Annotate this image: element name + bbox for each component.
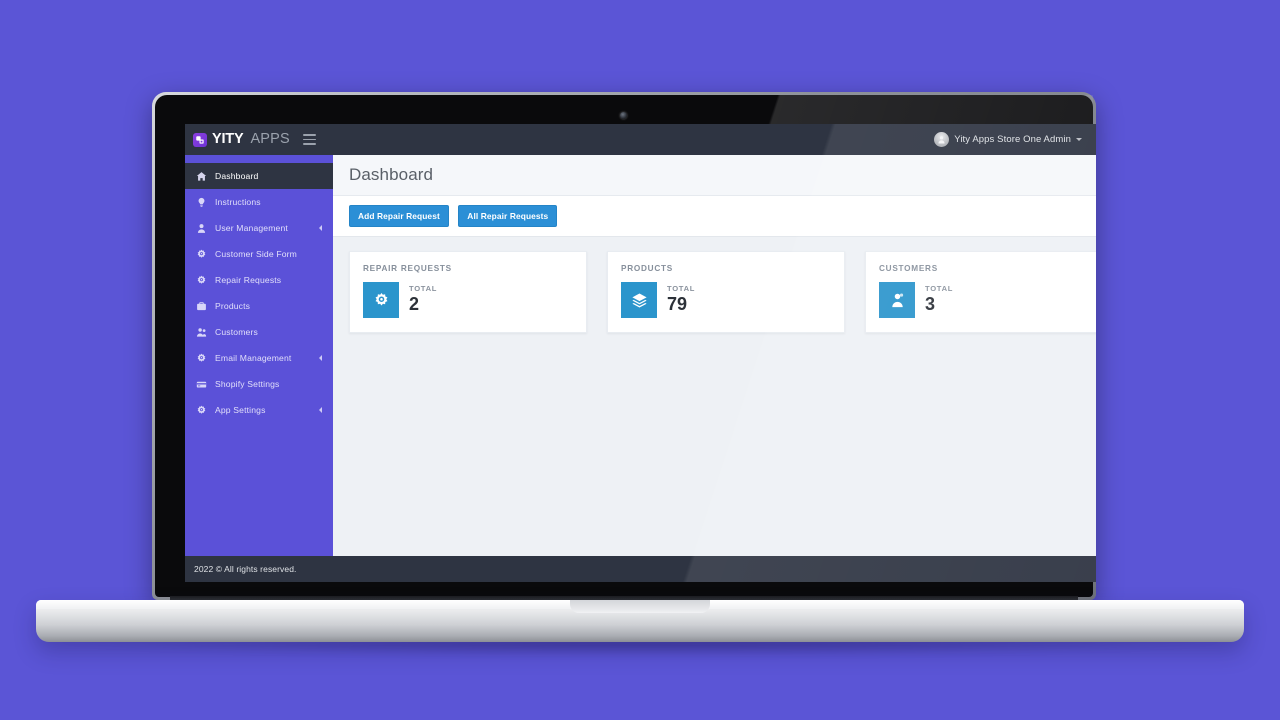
chevron-left-icon: [319, 355, 322, 361]
sidebar-nav-list: Dashboard Instructions User Management Cust…: [185, 163, 333, 423]
gear-icon: [194, 249, 208, 260]
sidebar-item-app-settings[interactable]: App Settings: [185, 397, 333, 423]
stat-card-text: TOTAL 2: [409, 282, 437, 313]
user-avatar-icon: [934, 132, 950, 147]
sidebar-item-shopify-settings[interactable]: Shopify Settings: [185, 371, 333, 397]
sidebar-item-email-management[interactable]: Email Management: [185, 345, 333, 371]
sidebar-item-dashboard[interactable]: Dashboard: [185, 163, 333, 189]
stat-card-total-label: TOTAL: [667, 284, 696, 293]
page-title: Dashboard: [349, 165, 434, 184]
stat-card-products: PRODUCTS TOTAL 79: [607, 251, 845, 333]
layers-icon: [621, 282, 657, 318]
home-icon: [194, 171, 208, 182]
stat-card-body: TOTAL 3: [879, 282, 1096, 318]
stat-card-body: TOTAL 2: [363, 282, 586, 318]
sidebar-item-label: Shopify Settings: [215, 379, 280, 389]
hamburger-menu-icon[interactable]: [302, 134, 316, 145]
sidebar-item-customer-side-form[interactable]: Customer Side Form: [185, 241, 333, 267]
stat-card-total-label: TOTAL: [925, 284, 954, 293]
sidebar-item-label: Email Management: [215, 353, 292, 363]
main-content: Dashboard Add Repair Request All Repair …: [333, 155, 1096, 556]
sidebar-item-products[interactable]: Products: [185, 293, 333, 319]
user-icon: [194, 223, 208, 234]
stat-card-body: TOTAL 79: [621, 282, 844, 318]
chevron-down-icon: [1076, 138, 1082, 141]
stat-card-text: TOTAL 3: [925, 282, 953, 313]
toolbar-panel: Add Repair Request All Repair Requests: [333, 196, 1096, 237]
stat-card-total-label: TOTAL: [409, 284, 438, 293]
laptop-mockup: YITY APPS Yity Apps Store One Admin Dash…: [0, 0, 1280, 720]
sidebar-item-label: App Settings: [215, 405, 266, 415]
page-header: Dashboard: [333, 155, 1096, 196]
lightbulb-icon: [194, 197, 208, 208]
stat-cards-area: REPAIR REQUESTS TOTAL 2 PRODUCTS TOTAL 79 CUST…: [333, 237, 1096, 333]
stat-card-value: 3: [925, 294, 936, 314]
sidebar-item-label: User Management: [215, 223, 288, 233]
brand-name-light: APPS: [250, 131, 290, 148]
user-name-label: Yity Apps Store One Admin: [954, 134, 1071, 145]
sidebar-item-label: Repair Requests: [215, 275, 282, 285]
stat-card-text: TOTAL 79: [667, 282, 695, 313]
sidebar-item-instructions[interactable]: Instructions: [185, 189, 333, 215]
stat-card-value: 79: [667, 294, 688, 314]
app-topbar: YITY APPS Yity Apps Store One Admin: [185, 124, 1096, 155]
add-repair-request-button[interactable]: Add Repair Request: [349, 205, 449, 227]
sidebar-item-label: Customers: [215, 327, 258, 337]
sidebar-item-label: Products: [215, 301, 251, 311]
brand-name-bold: YITY: [212, 131, 244, 148]
stat-card-title: REPAIR REQUESTS: [363, 264, 452, 273]
sidebar-item-label: Instructions: [215, 197, 261, 207]
chevron-left-icon: [319, 407, 322, 413]
brand-logo[interactable]: YITY APPS: [185, 124, 333, 155]
stat-card-customers: CUSTOMERS TOTAL 3: [865, 251, 1096, 333]
stat-card-value: 2: [409, 294, 420, 314]
yity-logo-icon: [193, 132, 207, 147]
screen-viewport: YITY APPS Yity Apps Store One Admin Dash…: [185, 124, 1096, 582]
app-footer: 2022 © All rights reserved.: [185, 556, 1096, 582]
stat-cards-row: REPAIR REQUESTS TOTAL 2 PRODUCTS TOTAL 79 CUST…: [333, 251, 1096, 333]
sidebar-item-repair-requests[interactable]: Repair Requests: [185, 267, 333, 293]
webcam-icon: [620, 112, 627, 119]
customer-icon: [879, 282, 915, 318]
sidebar-item-label: Dashboard: [215, 171, 259, 181]
stat-card-title: CUSTOMERS: [879, 264, 938, 273]
chevron-left-icon: [319, 225, 322, 231]
footer-copyright-text: 2022 © All rights reserved.: [194, 564, 297, 574]
laptop-base-shadow: [60, 640, 1220, 656]
stat-card-repair-requests: REPAIR REQUESTS TOTAL 2: [349, 251, 587, 333]
gear-icon: [194, 275, 208, 286]
credit-card-icon: [194, 379, 208, 390]
sidebar-item-user-management[interactable]: User Management: [185, 215, 333, 241]
sidebar: Dashboard Instructions User Management Cust…: [185, 155, 333, 582]
users-icon: [194, 327, 208, 338]
sidebar-item-customers[interactable]: Customers: [185, 319, 333, 345]
sidebar-top-strip: [185, 155, 333, 163]
all-repair-requests-button[interactable]: All Repair Requests: [458, 205, 558, 227]
sidebar-item-label: Customer Side Form: [215, 249, 297, 259]
stat-card-title: PRODUCTS: [621, 264, 673, 273]
repair-wheel-icon: [363, 282, 399, 318]
user-menu[interactable]: Yity Apps Store One Admin: [934, 124, 1096, 155]
gear-icon: [194, 353, 208, 364]
gear-icon: [194, 405, 208, 416]
briefcase-icon: [194, 301, 208, 312]
laptop-base: [36, 600, 1244, 642]
laptop-base-notch: [570, 600, 710, 613]
